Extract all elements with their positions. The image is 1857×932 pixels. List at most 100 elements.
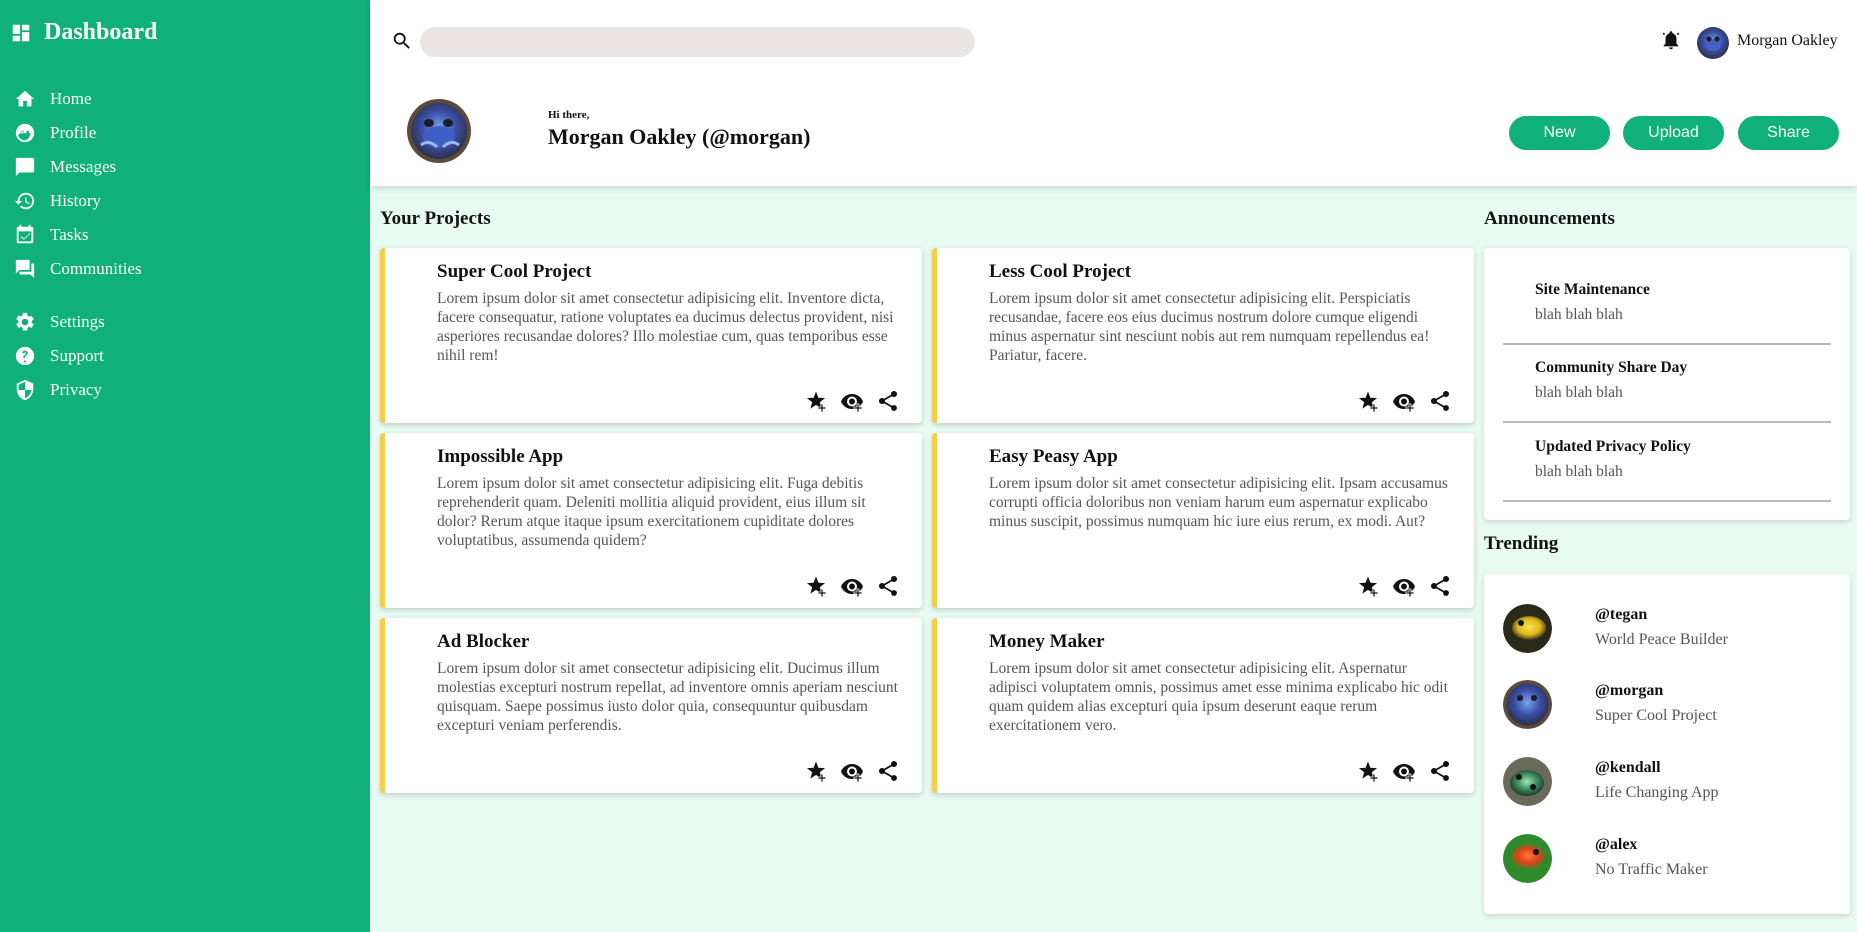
watch-add-icon[interactable] xyxy=(840,574,864,598)
announcement-item[interactable]: Updated Privacy Policy blah blah blah xyxy=(1503,423,1831,502)
avatar xyxy=(1503,680,1552,729)
sidebar-item-home[interactable]: Home xyxy=(14,82,142,116)
trending-handle: @morgan xyxy=(1595,682,1664,699)
search-input[interactable] xyxy=(420,27,975,57)
sidebar-item-label: Profile xyxy=(50,123,97,142)
project-description: Lorem ipsum dolor sit amet consectetur a… xyxy=(989,290,1430,364)
announcement-title: Updated Privacy Policy xyxy=(1535,438,1691,455)
announcement-item[interactable]: Community Share Day blah blah blah xyxy=(1503,345,1831,423)
sidebar-item-label: Support xyxy=(50,346,104,365)
brand-title: Dashboard xyxy=(44,19,158,45)
message-icon xyxy=(14,156,36,178)
project-description: Lorem ipsum dolor sit amet consectetur a… xyxy=(437,290,894,364)
project-description: Lorem ipsum dolor sit amet consectetur a… xyxy=(989,660,1448,734)
project-actions xyxy=(804,574,900,598)
user-avatar[interactable] xyxy=(1697,27,1729,59)
avatar xyxy=(1503,757,1552,806)
announcement-title: Site Maintenance xyxy=(1535,281,1650,298)
section-title-projects: Your Projects xyxy=(380,208,491,229)
sidebar-item-settings[interactable]: Settings xyxy=(14,305,142,339)
announcement-body: blah blah blah xyxy=(1535,463,1623,480)
project-card[interactable]: Impossible App Lorem ipsum dolor sit ame… xyxy=(380,433,922,608)
project-card[interactable]: Easy Peasy App Lorem ipsum dolor sit ame… xyxy=(932,433,1474,608)
watch-add-icon[interactable] xyxy=(1392,389,1416,413)
share-icon[interactable] xyxy=(876,389,900,413)
watch-add-icon[interactable] xyxy=(840,389,864,413)
history-icon xyxy=(14,190,36,212)
star-add-icon[interactable] xyxy=(804,389,828,413)
sidebar-nav: Home Profile Messages History Tasks Comm… xyxy=(14,82,142,407)
share-icon[interactable] xyxy=(1428,389,1452,413)
project-card[interactable]: Ad Blocker Lorem ipsum dolor sit amet co… xyxy=(380,618,922,793)
project-card[interactable]: Super Cool Project Lorem ipsum dolor sit… xyxy=(380,248,922,423)
project-title: Ad Blocker xyxy=(437,631,530,652)
trending-item[interactable]: @kendall Life Changing App xyxy=(1503,757,1833,834)
gear-icon xyxy=(14,311,36,333)
user-name[interactable]: Morgan Oakley xyxy=(1737,32,1838,50)
project-title: Super Cool Project xyxy=(437,261,592,282)
trending-item[interactable]: @alex No Traffic Maker xyxy=(1503,834,1833,911)
trending-item[interactable]: @tegan World Peace Builder xyxy=(1503,604,1833,681)
sidebar-item-messages[interactable]: Messages xyxy=(14,150,142,184)
star-add-icon[interactable] xyxy=(804,759,828,783)
greeting: Hi there, xyxy=(548,109,590,121)
announcements-panel: Site Maintenance blah blah blah Communit… xyxy=(1484,248,1850,520)
avatar xyxy=(1503,834,1552,883)
project-title: Easy Peasy App xyxy=(989,446,1118,467)
star-add-icon[interactable] xyxy=(1356,389,1380,413)
sidebar-item-tasks[interactable]: Tasks xyxy=(14,218,142,252)
trending-subtitle: Super Cool Project xyxy=(1595,707,1717,724)
tasks-icon xyxy=(14,224,36,246)
sidebar: Dashboard Home Profile Messages History … xyxy=(0,0,370,932)
announcement-body: blah blah blah xyxy=(1535,306,1623,323)
project-card[interactable]: Money Maker Lorem ipsum dolor sit amet c… xyxy=(932,618,1474,793)
project-actions xyxy=(1356,574,1452,598)
watch-add-icon[interactable] xyxy=(840,759,864,783)
brand[interactable]: Dashboard xyxy=(10,19,157,46)
star-add-icon[interactable] xyxy=(1356,759,1380,783)
share-icon[interactable] xyxy=(876,759,900,783)
sidebar-item-history[interactable]: History xyxy=(14,184,142,218)
trending-subtitle: World Peace Builder xyxy=(1595,631,1728,648)
share-icon[interactable] xyxy=(876,574,900,598)
sidebar-item-support[interactable]: Support xyxy=(14,339,142,373)
project-description: Lorem ipsum dolor sit amet consectetur a… xyxy=(989,475,1448,530)
support-icon xyxy=(14,345,36,367)
sidebar-item-profile[interactable]: Profile xyxy=(14,116,142,150)
project-actions xyxy=(804,389,900,413)
project-description: Lorem ipsum dolor sit amet consectetur a… xyxy=(437,475,866,549)
trending-item[interactable]: @morgan Super Cool Project xyxy=(1503,680,1833,757)
new-button[interactable]: New xyxy=(1509,116,1610,150)
section-title-trending: Trending xyxy=(1484,533,1559,554)
watch-add-icon[interactable] xyxy=(1392,759,1416,783)
avatar xyxy=(1503,604,1552,653)
project-card[interactable]: Less Cool Project Lorem ipsum dolor sit … xyxy=(932,248,1474,423)
sidebar-item-label: Settings xyxy=(50,312,105,331)
announcement-item[interactable]: Site Maintenance blah blah blah xyxy=(1503,248,1831,345)
announcement-title: Community Share Day xyxy=(1535,359,1688,376)
project-actions xyxy=(1356,759,1452,783)
sidebar-item-privacy[interactable]: Privacy xyxy=(14,373,142,407)
search-icon[interactable] xyxy=(391,30,413,52)
communities-icon xyxy=(14,258,36,280)
share-icon[interactable] xyxy=(1428,759,1452,783)
project-actions xyxy=(804,759,900,783)
star-add-icon[interactable] xyxy=(804,574,828,598)
sidebar-item-label: Privacy xyxy=(50,380,102,399)
sidebar-item-label: History xyxy=(50,191,101,210)
project-title: Less Cool Project xyxy=(989,261,1132,282)
watch-add-icon[interactable] xyxy=(1392,574,1416,598)
trending-handle: @alex xyxy=(1595,836,1638,853)
sidebar-item-label: Messages xyxy=(50,157,117,176)
project-title: Money Maker xyxy=(989,631,1105,652)
trending-handle: @tegan xyxy=(1595,606,1648,623)
trending-panel: @tegan World Peace Builder @morgan Super… xyxy=(1484,574,1850,914)
upload-button[interactable]: Upload xyxy=(1623,116,1724,150)
sidebar-item-label: Tasks xyxy=(50,225,89,244)
star-add-icon[interactable] xyxy=(1356,574,1380,598)
share-icon[interactable] xyxy=(1428,574,1452,598)
share-button[interactable]: Share xyxy=(1738,116,1839,150)
profile-icon xyxy=(14,122,36,144)
sidebar-item-communities[interactable]: Communities xyxy=(14,252,142,286)
bell-icon[interactable] xyxy=(1660,29,1682,51)
